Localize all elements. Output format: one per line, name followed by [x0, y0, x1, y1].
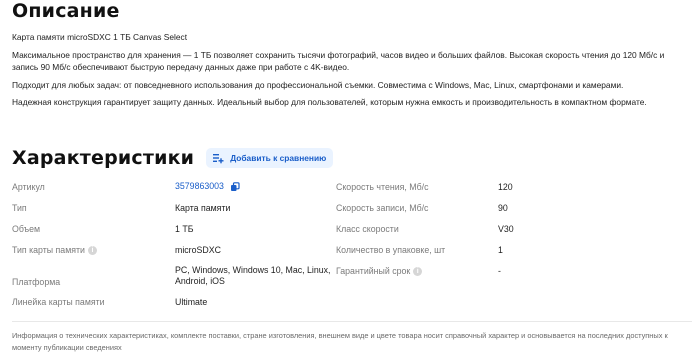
spec-label-capacity: Объем: [12, 224, 41, 234]
description-title: Описание: [12, 0, 120, 22]
divider: [12, 321, 692, 322]
spec-value-warranty: -: [498, 266, 501, 276]
spec-value-article: 3579863003: [175, 181, 240, 192]
spec-label-platform: Платформа: [12, 277, 61, 287]
spec-label-package-qty: Количество в упаковке, шт: [336, 245, 446, 255]
spec-value-capacity: 1 ТБ: [175, 224, 194, 234]
specs-title: Характеристики: [12, 147, 195, 169]
specs-header: Характеристики Добавить к сравнению: [12, 147, 334, 169]
spec-label-type: Тип: [12, 203, 27, 213]
add-to-compare-button[interactable]: Добавить к сравнению: [206, 148, 334, 168]
spec-value-type: Карта памяти: [175, 203, 231, 213]
spec-value-platform: PC, Windows, Windows 10, Mac, Linux, And…: [175, 265, 331, 286]
spec-label-product-line: Линейка карты памяти: [12, 297, 105, 307]
description-paragraph: Подходит для любых задач: от повседневно…: [12, 79, 624, 90]
product-info-section: Описание Карта памяти microSDXC 1 ТБ Can…: [12, 0, 692, 359]
description-body: Карта памяти microSDXC 1 ТБ Canvas Selec…: [12, 31, 680, 114]
spec-label-read-speed: Скорость чтения, Мб/с: [336, 182, 429, 192]
disclaimer-text: Информация о технических характеристиках…: [12, 331, 668, 352]
spec-value-write-speed: 90: [498, 203, 508, 213]
description-paragraph: Надежная конструкция гарантирует защиту …: [12, 97, 647, 107]
spec-value-package-qty: 1: [498, 245, 503, 255]
spec-label-speed-class: Класс скорости: [336, 224, 399, 234]
info-icon[interactable]: i: [87, 246, 97, 256]
spec-label-card-type-text: Тип карты памяти: [12, 245, 85, 255]
article-number-link[interactable]: 3579863003: [175, 181, 224, 191]
spec-value-card-type: microSDXC: [175, 245, 221, 255]
spec-label-warranty-text: Гарантийный срок: [336, 266, 411, 276]
spec-label-card-type: Тип карты памяти i: [12, 245, 97, 256]
spec-label-warranty: Гарантийный срок i: [336, 266, 423, 277]
copy-icon[interactable]: [230, 181, 240, 192]
spec-label-write-speed: Скорость записи, Мб/с: [336, 203, 429, 213]
description-paragraph: Максимальное пространство для хранения —…: [12, 50, 665, 72]
spec-label-article: Артикул: [12, 182, 45, 192]
spec-value-speed-class: V30: [498, 224, 514, 234]
add-to-compare-label: Добавить к сравнению: [230, 153, 327, 163]
description-paragraph: Карта памяти microSDXC 1 ТБ Canvas Selec…: [12, 32, 188, 42]
spec-value-read-speed: 120: [498, 182, 513, 192]
info-icon[interactable]: i: [413, 267, 423, 277]
compare-list-icon: [213, 154, 224, 164]
spec-value-product-line: Ultimate: [175, 297, 208, 307]
